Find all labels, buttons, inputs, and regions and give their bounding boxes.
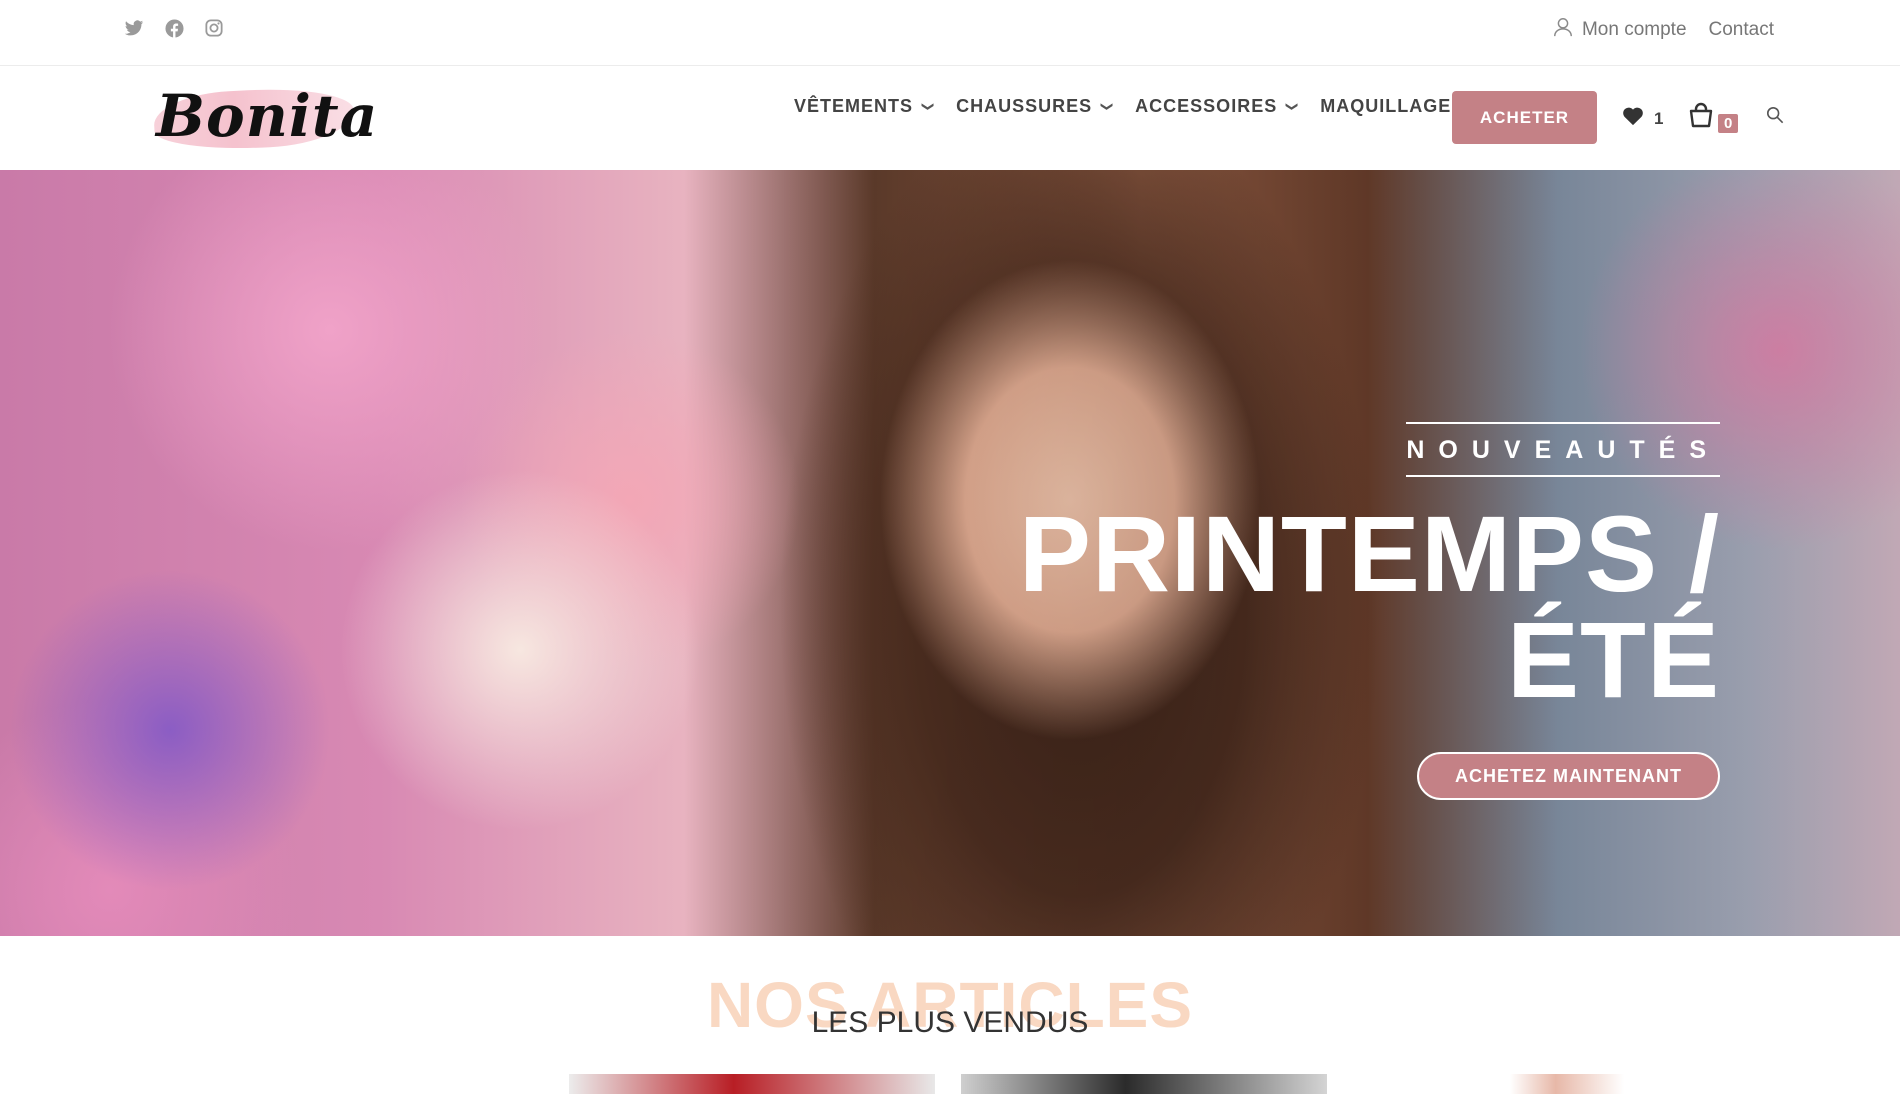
shop-now-button[interactable]: ACHETEZ MAINTENANT (1417, 752, 1720, 800)
account-link[interactable]: Mon compte (1552, 16, 1687, 44)
nav-item-chaussures[interactable]: CHAUSSURES ❯ (956, 96, 1115, 117)
chevron-down-icon: ❯ (1100, 100, 1115, 113)
social-links (124, 18, 224, 38)
hero-headline-line1: PRINTEMPS / (1018, 493, 1720, 614)
product-card[interactable] (961, 1074, 1327, 1094)
hero-kicker: NOUVEAUTÉS (1406, 422, 1720, 477)
primary-nav: VÊTEMENTS ❯ CHAUSSURES ❯ ACCESSOIRES ❯ M… (794, 96, 1494, 117)
top-links: Mon compte Contact (1552, 16, 1774, 44)
nav-item-accessoires[interactable]: ACCESSOIRES ❯ (1135, 96, 1300, 117)
account-label: Mon compte (1581, 19, 1687, 40)
user-icon (1552, 16, 1574, 44)
top-bar: Mon compte Contact (0, 0, 1900, 66)
hero-banner: NOUVEAUTÉS PRINTEMPS / ÉTÉ ACHETEZ MAINT… (0, 170, 1900, 936)
nav-item-maquillage[interactable]: MAQUILLAGE ❯ (1320, 96, 1474, 117)
nav-label: MAQUILLAGE (1320, 96, 1452, 116)
hero-text: NOUVEAUTÉS PRINTEMPS / ÉTÉ (960, 422, 1720, 720)
logo-text: Bonita (156, 82, 379, 150)
cart-link[interactable]: 0 (1688, 102, 1739, 133)
wishlist-link[interactable]: 1 (1622, 106, 1663, 131)
product-card[interactable] (1510, 1074, 1624, 1094)
contact-link[interactable]: Contact (1709, 19, 1774, 41)
heart-icon (1622, 106, 1644, 131)
nav-item-vetements[interactable]: VÊTEMENTS ❯ (794, 96, 936, 117)
chevron-down-icon: ❯ (921, 100, 936, 113)
hero-headline: PRINTEMPS / ÉTÉ (960, 493, 1720, 720)
buy-button[interactable]: ACHETER (1452, 91, 1597, 144)
cart-count-badge: 0 (1718, 114, 1739, 133)
facebook-icon[interactable] (164, 18, 184, 38)
twitter-icon[interactable] (124, 18, 144, 38)
product-card[interactable] (569, 1074, 935, 1094)
nav-label: CHAUSSURES (956, 96, 1093, 116)
instagram-icon[interactable] (204, 18, 224, 38)
nav-label: VÊTEMENTS (794, 96, 914, 116)
section-subtitle: LES PLUS VENDUS (811, 1006, 1089, 1039)
chevron-down-icon: ❯ (1285, 100, 1300, 113)
logo[interactable]: Bonita (148, 78, 377, 158)
best-sellers-section: NOS ARTICLES LES PLUS VENDUS (0, 936, 1900, 1094)
hero-headline-line2: ÉTÉ (1506, 599, 1720, 720)
shopping-bag-icon (1688, 102, 1714, 133)
wishlist-count: 1 (1654, 108, 1664, 128)
main-header: Bonita VÊTEMENTS ❯ CHAUSSURES ❯ ACCESSOI… (0, 66, 1900, 170)
search-icon[interactable] (1766, 106, 1784, 129)
nav-label: ACCESSOIRES (1135, 96, 1278, 116)
